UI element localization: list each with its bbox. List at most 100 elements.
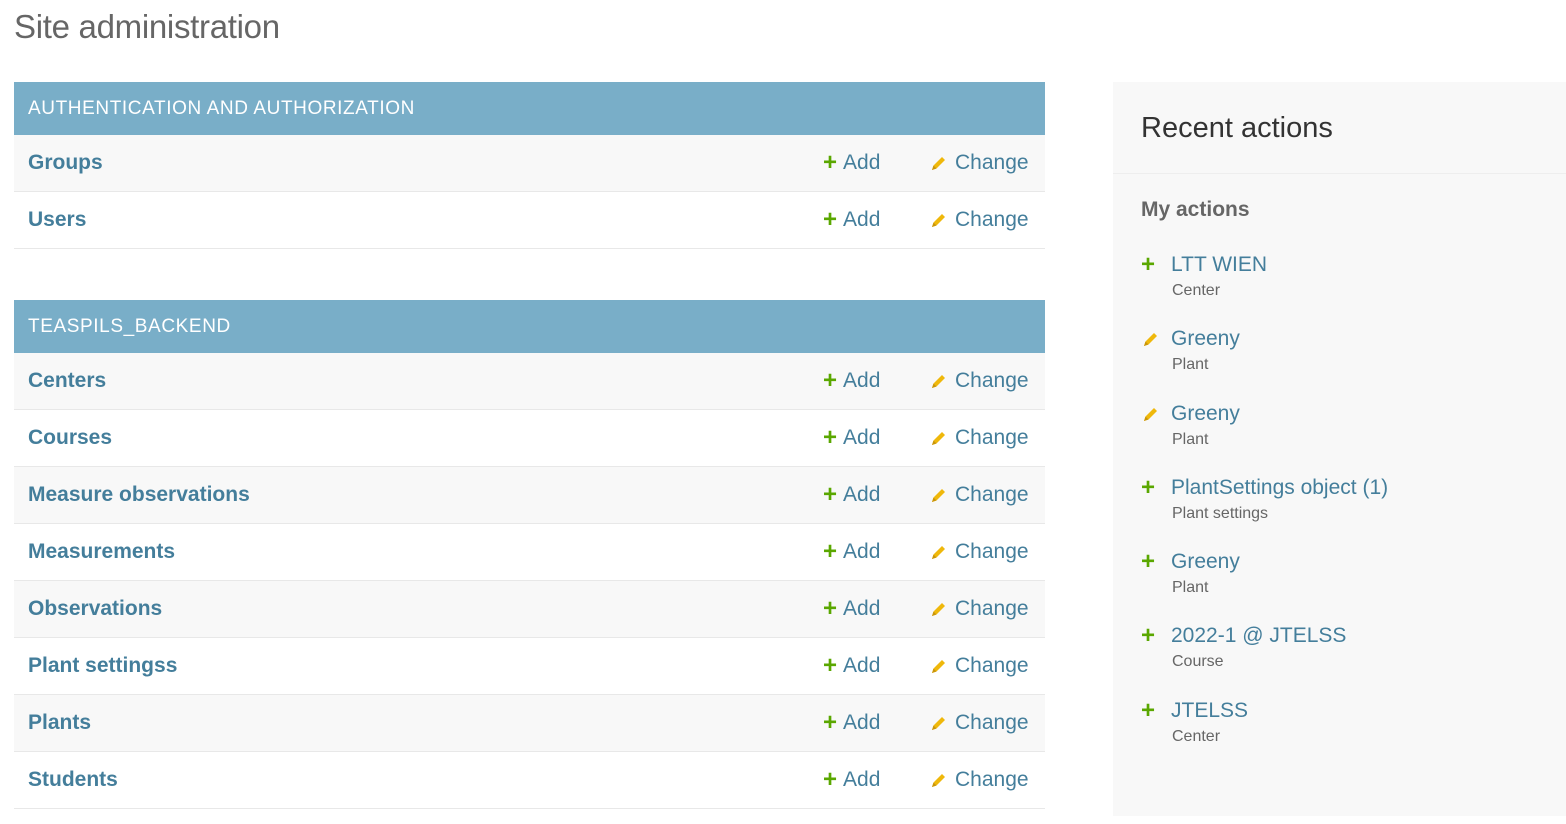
model-link-users[interactable]: Users (28, 208, 823, 232)
recent-action-type: Plant (1172, 579, 1209, 597)
change-label: Change (955, 654, 1029, 677)
action-list: + LTT WIEN Center Greeny Plant Greeny Pla… (1113, 236, 1566, 770)
plus-icon: + (823, 709, 838, 736)
plus-icon: + (1141, 696, 1156, 724)
change-measurements-button[interactable]: Change (929, 540, 1031, 564)
recent-action-link[interactable]: + PlantSettings object (1) (1141, 473, 1538, 503)
change-groups-button[interactable]: Change (929, 151, 1031, 175)
change-label: Change (955, 597, 1029, 620)
model-row-measure-observations: Measure observations + Add Change (14, 467, 1045, 524)
change-users-button[interactable]: Change (929, 208, 1031, 232)
recent-action-link[interactable]: + JTELSS (1141, 696, 1538, 726)
change-measure-observations-button[interactable]: Change (929, 483, 1031, 507)
model-link-plants[interactable]: Plants (28, 711, 823, 735)
pencil-icon (932, 774, 945, 787)
change-plants-button[interactable]: Change (929, 711, 1031, 735)
plus-icon: + (823, 367, 838, 394)
list-item: Greeny Plant (1141, 324, 1538, 398)
add-courses-button[interactable]: + Add (823, 426, 915, 450)
module-teaspils-backend: Teaspils_Backend Centers + Add Change Cou… (14, 300, 1045, 809)
recent-action-link[interactable]: +2022-1 @ JTELSS (1141, 621, 1538, 651)
change-students-button[interactable]: Change (929, 768, 1031, 792)
add-measurements-button[interactable]: + Add (823, 540, 915, 564)
add-groups-button[interactable]: + Add (823, 151, 915, 175)
change-observations-button[interactable]: Change (929, 597, 1031, 621)
change-courses-button[interactable]: Change (929, 426, 1031, 450)
model-row-plants: Plants + Add Change (14, 695, 1045, 752)
add-centers-button[interactable]: + Add (823, 369, 915, 393)
pencil-icon (1144, 407, 1157, 421)
model-link-plant-settingss[interactable]: Plant settingss (28, 654, 823, 678)
pencil-icon (932, 489, 945, 502)
list-item: + LTT WIEN Center (1141, 250, 1538, 324)
recent-action-label: PlantSettings object (1) (1171, 475, 1389, 499)
plus-icon: + (1141, 622, 1156, 650)
pencil-icon (932, 603, 945, 616)
change-centers-button[interactable]: Change (929, 369, 1031, 393)
model-row-plant-settingss: Plant settingss + Add Change (14, 638, 1045, 695)
recent-action-link[interactable]: Greeny (1141, 324, 1538, 354)
change-plant-settingss-button[interactable]: Change (929, 654, 1031, 678)
change-label: Change (955, 426, 1029, 449)
model-row-centers: Centers + Add Change (14, 353, 1045, 410)
add-label: Add (843, 369, 881, 392)
recent-action-type: Course (1172, 653, 1224, 671)
recent-action-label: Greeny (1171, 327, 1240, 351)
add-label: Add (843, 597, 881, 620)
model-link-courses[interactable]: Courses (28, 426, 823, 450)
pencil-icon (932, 432, 945, 445)
my-actions-heading: My actions (1141, 198, 1250, 221)
model-link-observations[interactable]: Observations (28, 597, 823, 621)
model-link-measure-observations[interactable]: Measure observations (28, 483, 823, 507)
plus-icon: + (823, 538, 838, 565)
add-label: Add (843, 540, 881, 563)
recent-action-link[interactable]: + Greeny (1141, 547, 1538, 577)
model-link-groups[interactable]: Groups (28, 151, 823, 175)
change-label: Change (955, 540, 1029, 563)
change-label: Change (955, 369, 1029, 392)
add-students-button[interactable]: + Add (823, 768, 915, 792)
recent-action-type: Plant (1172, 356, 1209, 374)
model-link-students[interactable]: Students (28, 768, 823, 792)
add-label: Add (843, 208, 881, 231)
model-row-students: Students + Add Change (14, 752, 1045, 809)
add-plants-button[interactable]: + Add (823, 711, 915, 735)
plus-icon: + (823, 481, 838, 508)
pencil-icon (1144, 333, 1157, 347)
model-link-centers[interactable]: Centers (28, 369, 823, 393)
model-row-observations: Observations + Add Change (14, 581, 1045, 638)
model-link-measurements[interactable]: Measurements (28, 540, 823, 564)
add-plant-settingss-button[interactable]: + Add (823, 654, 915, 678)
plus-icon: + (823, 766, 838, 793)
recent-action-type: Plant (1172, 430, 1209, 448)
module-auth: Authentication and Authorization Groups … (14, 82, 1045, 249)
plus-icon: + (823, 424, 838, 451)
recent-action-label: LTT WIEN (1171, 253, 1268, 276)
module-header-teaspils-backend[interactable]: Teaspils_Backend (14, 300, 1045, 353)
recent-actions-title: Recent actions (1113, 82, 1566, 174)
add-label: Add (843, 426, 881, 449)
plus-icon: + (1141, 548, 1156, 576)
pencil-icon (932, 660, 945, 673)
recent-action-label: Greeny (1171, 401, 1240, 425)
list-item: +2022-1 @ JTELSS Course (1141, 621, 1538, 695)
recent-action-label: 2022-1 @ JTELSS (1171, 624, 1347, 648)
change-label: Change (955, 208, 1029, 231)
recent-action-label: Greeny (1171, 550, 1240, 574)
pencil-icon (932, 375, 945, 388)
plus-icon: + (823, 595, 838, 622)
list-item: + Greeny Plant (1141, 547, 1538, 621)
add-users-button[interactable]: + Add (823, 208, 915, 232)
plus-icon: + (1141, 473, 1156, 501)
add-observations-button[interactable]: + Add (823, 597, 915, 621)
list-item: Greeny Plant (1141, 399, 1538, 473)
pencil-icon (932, 546, 945, 559)
module-header-auth[interactable]: Authentication and Authorization (14, 82, 1045, 135)
add-measure-observations-button[interactable]: + Add (823, 483, 915, 507)
pencil-icon (932, 157, 945, 170)
recent-action-link[interactable]: + LTT WIEN (1141, 250, 1538, 280)
plus-icon: + (823, 206, 838, 233)
recent-action-link[interactable]: Greeny (1141, 399, 1538, 429)
change-label: Change (955, 151, 1029, 174)
model-row-measurements: Measurements + Add Change (14, 524, 1045, 581)
